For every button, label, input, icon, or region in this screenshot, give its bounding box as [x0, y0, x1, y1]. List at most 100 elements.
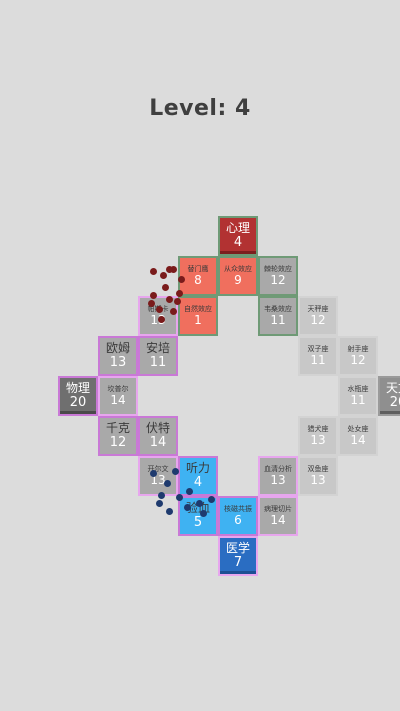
tile-label: 棘轮效应	[264, 264, 292, 273]
tile-value: 13	[270, 472, 286, 487]
particle-dot	[186, 488, 193, 495]
tile-xueqing[interactable]: 血清分析 13	[260, 458, 296, 494]
tile-sheshou[interactable]: 射手座 12	[340, 338, 376, 374]
tile-value: 12	[270, 272, 286, 287]
tile-hecigong[interactable]: 核磁共振 6	[220, 498, 256, 534]
tile-value: 12	[109, 434, 127, 450]
particle-dot	[156, 500, 163, 507]
tile-value: 14	[149, 434, 167, 450]
tile-pasika[interactable]: 帕斯卡13	[140, 298, 176, 334]
particle-dot	[150, 268, 157, 275]
particle-dot	[176, 290, 183, 297]
tile-xinli[interactable]: 心理 4	[220, 218, 256, 254]
tile-value: 12	[310, 312, 326, 327]
tile-label: 物理	[65, 381, 90, 396]
particle-dot	[156, 306, 163, 313]
tile-label: 坎普尔	[107, 384, 129, 393]
tile-value: 14	[350, 432, 366, 447]
particle-dot	[158, 316, 165, 323]
tile-value: 14	[110, 392, 126, 407]
tile-shuangzi[interactable]: 双子座 11	[300, 338, 336, 374]
tile-tianwen[interactable]: 天文20	[380, 378, 400, 414]
tile-label: 处女座	[347, 424, 369, 433]
particle-dot	[148, 300, 155, 307]
particle-dot	[166, 296, 173, 303]
tile-label: 千克	[105, 421, 130, 436]
tile-label: 听力	[185, 461, 210, 476]
tile-value: 13	[310, 432, 326, 447]
particle-dot	[158, 492, 165, 499]
tile-value: 1	[194, 312, 202, 327]
particle-dot	[166, 508, 173, 515]
tile-value: 4	[233, 234, 243, 250]
tile-label: 欧姆	[105, 341, 130, 356]
tile-liequan[interactable]: 猎犬座 13	[300, 418, 336, 454]
particle-dot	[196, 500, 203, 507]
tile-value: 5	[193, 514, 203, 530]
tile-bingli[interactable]: 病理切片 14	[260, 498, 296, 534]
tile-value: 11	[310, 352, 326, 367]
tile-shadow-bar	[380, 411, 400, 414]
tile-label: 双鱼座	[307, 464, 329, 473]
tile-congzhong[interactable]: 从众效应 9	[220, 258, 256, 294]
tile-tidaoshuang[interactable]: 替门鹰 8	[180, 258, 216, 294]
tile-kapule[interactable]: 坎普尔 14	[100, 378, 136, 414]
particle-dot	[208, 496, 215, 503]
game-board: Level: 4 心理4替门鹰8从众效应9棘轮效应12帕斯卡13自然效应1韦桑效…	[0, 0, 400, 711]
tile-kaierwen[interactable]: 开尔文 13	[140, 458, 176, 494]
particle-dot	[166, 266, 173, 273]
tile-shuangyu[interactable]: 双鱼座 13	[300, 458, 336, 494]
tile-anpei[interactable]: 安培 11	[140, 338, 176, 374]
tile-label: 天文	[385, 381, 400, 396]
tile-label: 天秤座	[307, 304, 329, 313]
tile-value: 20	[69, 394, 87, 410]
level-title: Level: 4	[0, 96, 400, 121]
tile-value: 9	[234, 272, 242, 287]
particle-dot	[200, 510, 207, 517]
tile-value: 11	[270, 312, 286, 327]
tile-label: 安培	[145, 341, 170, 356]
tile-value: 4	[193, 474, 203, 490]
tile-label: 射手座	[347, 344, 369, 353]
tile-value: 13	[310, 472, 326, 487]
tile-label: 替门鹰	[187, 264, 209, 273]
tile-fute[interactable]: 伏特 14	[140, 418, 176, 454]
tile-yixue[interactable]: 医学 7	[220, 538, 256, 574]
tile-label: 心理	[225, 221, 250, 236]
tile-shadow-bar	[220, 251, 256, 254]
tile-label: 伏特	[145, 421, 170, 436]
tile-label: 病理切片	[264, 504, 292, 513]
tile-label: 水瓶座	[347, 384, 369, 393]
tile-shuiping[interactable]: 水瓶座 11	[340, 378, 376, 414]
particle-dot	[170, 308, 177, 315]
tile-baiziying[interactable]: 自然效应 1	[180, 298, 216, 334]
tile-tiancheng[interactable]: 天秤座 12	[300, 298, 336, 334]
level-label: Level:	[149, 96, 227, 121]
tile-wuli[interactable]: 物理 20	[60, 378, 96, 414]
tile-value: 11	[149, 354, 167, 370]
tile-chunv[interactable]: 处女座 14	[340, 418, 376, 454]
tile-value: 20	[389, 394, 400, 410]
tile-value: 8	[194, 272, 202, 287]
tile-weisang[interactable]: 韦桑效应 11	[260, 298, 296, 334]
tile-value: 6	[234, 512, 242, 527]
particle-dot	[150, 292, 157, 299]
tile-shadow-bar	[220, 571, 256, 574]
particle-dot	[150, 470, 157, 477]
tile-oumu[interactable]: 欧姆 13	[100, 338, 136, 374]
level-value: 4	[234, 96, 251, 121]
tile-qianke[interactable]: 千克 12	[100, 418, 136, 454]
tile-value: 11	[350, 392, 366, 407]
tile-chilun[interactable]: 棘轮效应 12	[260, 258, 296, 294]
particle-dot	[164, 480, 171, 487]
tile-label: 医学	[225, 541, 250, 556]
tile-label: 血清分析	[264, 464, 292, 473]
tile-label: 核磁共振	[224, 504, 252, 513]
particle-dot	[184, 504, 191, 511]
tile-tingli[interactable]: 听力 4	[180, 458, 216, 494]
particle-dot	[162, 284, 169, 291]
particle-dot	[176, 494, 183, 501]
particle-dot	[160, 272, 167, 279]
tile-label: 韦桑效应	[264, 304, 292, 313]
tile-label: 自然效应	[184, 304, 212, 313]
